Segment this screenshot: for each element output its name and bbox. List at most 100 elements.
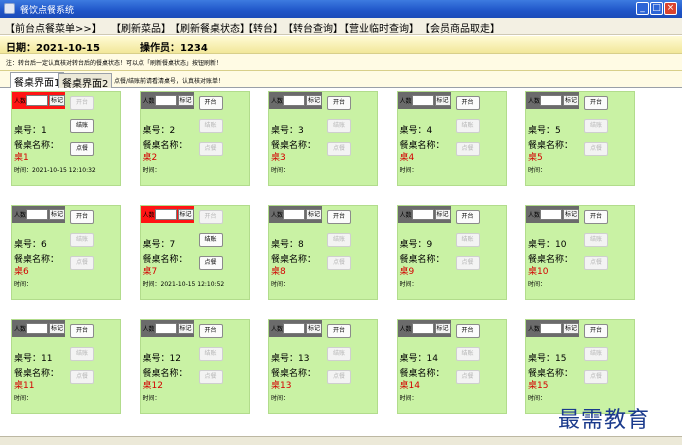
people-count-input[interactable] (283, 323, 305, 334)
settle-button[interactable]: 结账 (198, 233, 223, 247)
menu-transfer-table[interactable]: 【转台】 (243, 20, 283, 35)
people-count-input[interactable] (283, 95, 305, 106)
settle-button[interactable]: 结账 (327, 347, 351, 361)
mark-button[interactable]: 标记 (49, 95, 65, 106)
order-button[interactable]: 点餐 (198, 142, 223, 156)
order-button[interactable]: 点餐 (584, 370, 608, 384)
people-count-input[interactable] (540, 95, 562, 106)
maximize-button[interactable]: □ (650, 2, 663, 15)
table-number: 桌号：10 (528, 240, 567, 250)
open-table-button[interactable]: 开台 (70, 210, 94, 224)
mark-button[interactable]: 标记 (434, 95, 451, 106)
open-table-button[interactable]: 开台 (455, 96, 480, 110)
order-button[interactable]: 点餐 (455, 142, 480, 156)
mark-button[interactable]: 标记 (563, 95, 579, 106)
settle-button[interactable]: 结账 (455, 233, 480, 247)
settle-button[interactable]: 结账 (455, 347, 480, 361)
settle-button[interactable]: 结账 (70, 119, 94, 133)
open-table-button[interactable]: 开台 (70, 324, 94, 338)
people-count-input[interactable] (411, 323, 434, 334)
people-count-input[interactable] (411, 95, 434, 106)
people-count-input[interactable] (540, 209, 562, 220)
order-button[interactable]: 点餐 (70, 256, 94, 270)
settle-button[interactable]: 结账 (198, 119, 223, 133)
order-button[interactable]: 点餐 (584, 142, 608, 156)
order-button[interactable]: 点餐 (70, 142, 94, 156)
order-button[interactable]: 点餐 (327, 142, 351, 156)
minimize-button[interactable]: _ (636, 2, 649, 15)
settle-button[interactable]: 结账 (327, 119, 351, 133)
open-table-button[interactable]: 开台 (584, 324, 608, 338)
mark-button[interactable]: 标记 (563, 323, 579, 334)
open-table-button[interactable]: 开台 (198, 210, 223, 224)
mark-button[interactable]: 标记 (177, 209, 194, 220)
order-button[interactable]: 点餐 (455, 256, 480, 270)
order-button[interactable]: 点餐 (198, 370, 223, 384)
open-table-button[interactable]: 开台 (584, 96, 608, 110)
mark-button[interactable]: 标记 (177, 95, 194, 106)
table-card-header: 人数 标记 (12, 206, 65, 223)
table-card-header: 人数 标记 (526, 320, 579, 337)
settle-button[interactable]: 结账 (70, 233, 94, 247)
mark-button[interactable]: 标记 (306, 323, 322, 334)
order-button[interactable]: 点餐 (198, 256, 223, 270)
people-count-input[interactable] (154, 209, 177, 220)
order-button[interactable]: 点餐 (327, 370, 351, 384)
mark-button[interactable]: 标记 (434, 209, 451, 220)
open-table-button[interactable]: 开台 (198, 324, 223, 338)
mark-button[interactable]: 标记 (177, 323, 194, 334)
open-table-button[interactable]: 开台 (584, 210, 608, 224)
table-card: 人数 标记 开台 结账 点餐 桌号：2 餐桌名称： 桌2 时间： (139, 91, 250, 186)
close-button[interactable]: × (664, 2, 677, 15)
settle-button[interactable]: 结账 (70, 347, 94, 361)
order-button[interactable]: 点餐 (70, 370, 94, 384)
order-button[interactable]: 点餐 (584, 256, 608, 270)
settle-button[interactable]: 结账 (198, 347, 223, 361)
tab-table-view-2[interactable]: 餐桌界面2 (58, 73, 113, 90)
settle-button[interactable]: 结账 (455, 119, 480, 133)
people-count-input[interactable] (283, 209, 305, 220)
tab-table-view-1[interactable]: 餐桌界面1 (10, 72, 65, 89)
settle-button[interactable]: 结账 (584, 119, 608, 133)
menu-refresh-dishes[interactable]: 【刷新菜品】 (111, 20, 171, 35)
mark-button[interactable]: 标记 (306, 209, 322, 220)
mark-button[interactable]: 标记 (49, 209, 65, 220)
menu-temp-business-query[interactable]: 【营业临时查询】 (339, 20, 419, 35)
settle-button[interactable]: 结账 (327, 233, 351, 247)
operator-id: 操作员：1234 (140, 43, 208, 54)
table-card: 人数 标记 开台 结账 点餐 桌号：6 餐桌名称： 桌6 时间： (11, 205, 121, 300)
mark-button[interactable]: 标记 (563, 209, 579, 220)
open-table-button[interactable]: 开台 (455, 324, 480, 338)
order-button[interactable]: 点餐 (327, 256, 351, 270)
table-number: 桌号：6 (14, 240, 47, 250)
people-count-input[interactable] (26, 209, 48, 220)
settle-button[interactable]: 结账 (584, 233, 608, 247)
people-count-input[interactable] (540, 323, 562, 334)
table-card: 人数 标记 开台 结账 点餐 桌号：1 餐桌名称： 桌1 时间：2021-10-15 12:10… (11, 91, 121, 186)
mark-button[interactable]: 标记 (434, 323, 451, 334)
menu-transfer-query[interactable]: 【转台查询】 (283, 20, 343, 35)
open-table-button[interactable]: 开台 (327, 96, 351, 110)
people-count-input[interactable] (154, 323, 177, 334)
menu-front-order[interactable]: 【前台点餐菜单>>】 (5, 20, 102, 35)
open-table-button[interactable]: 开台 (327, 210, 351, 224)
people-count-input[interactable] (411, 209, 434, 220)
order-button[interactable]: 点餐 (455, 370, 480, 384)
mark-button[interactable]: 标记 (49, 323, 65, 334)
people-count-input[interactable] (154, 95, 177, 106)
table-code: 桌10 (528, 267, 549, 277)
menu-refresh-table-status[interactable]: 【刷新餐桌状态】 (170, 20, 250, 35)
table-code: 桌14 (399, 381, 420, 391)
open-table-button[interactable]: 开台 (327, 324, 351, 338)
open-table-button[interactable]: 开台 (455, 210, 480, 224)
table-card: 人数 标记 开台 结账 点餐 桌号：12 餐桌名称： 桌12 时间： (139, 319, 250, 414)
settle-button[interactable]: 结账 (584, 347, 608, 361)
people-count-input[interactable] (26, 95, 48, 106)
people-label: 人数 (528, 326, 541, 333)
table-code: 桌12 (142, 381, 163, 391)
people-count-input[interactable] (26, 323, 48, 334)
open-table-button[interactable]: 开台 (70, 96, 94, 110)
mark-button[interactable]: 标记 (306, 95, 322, 106)
open-table-button[interactable]: 开台 (198, 96, 223, 110)
menu-member-pickup[interactable]: 【会员商品取走】 (420, 20, 500, 35)
